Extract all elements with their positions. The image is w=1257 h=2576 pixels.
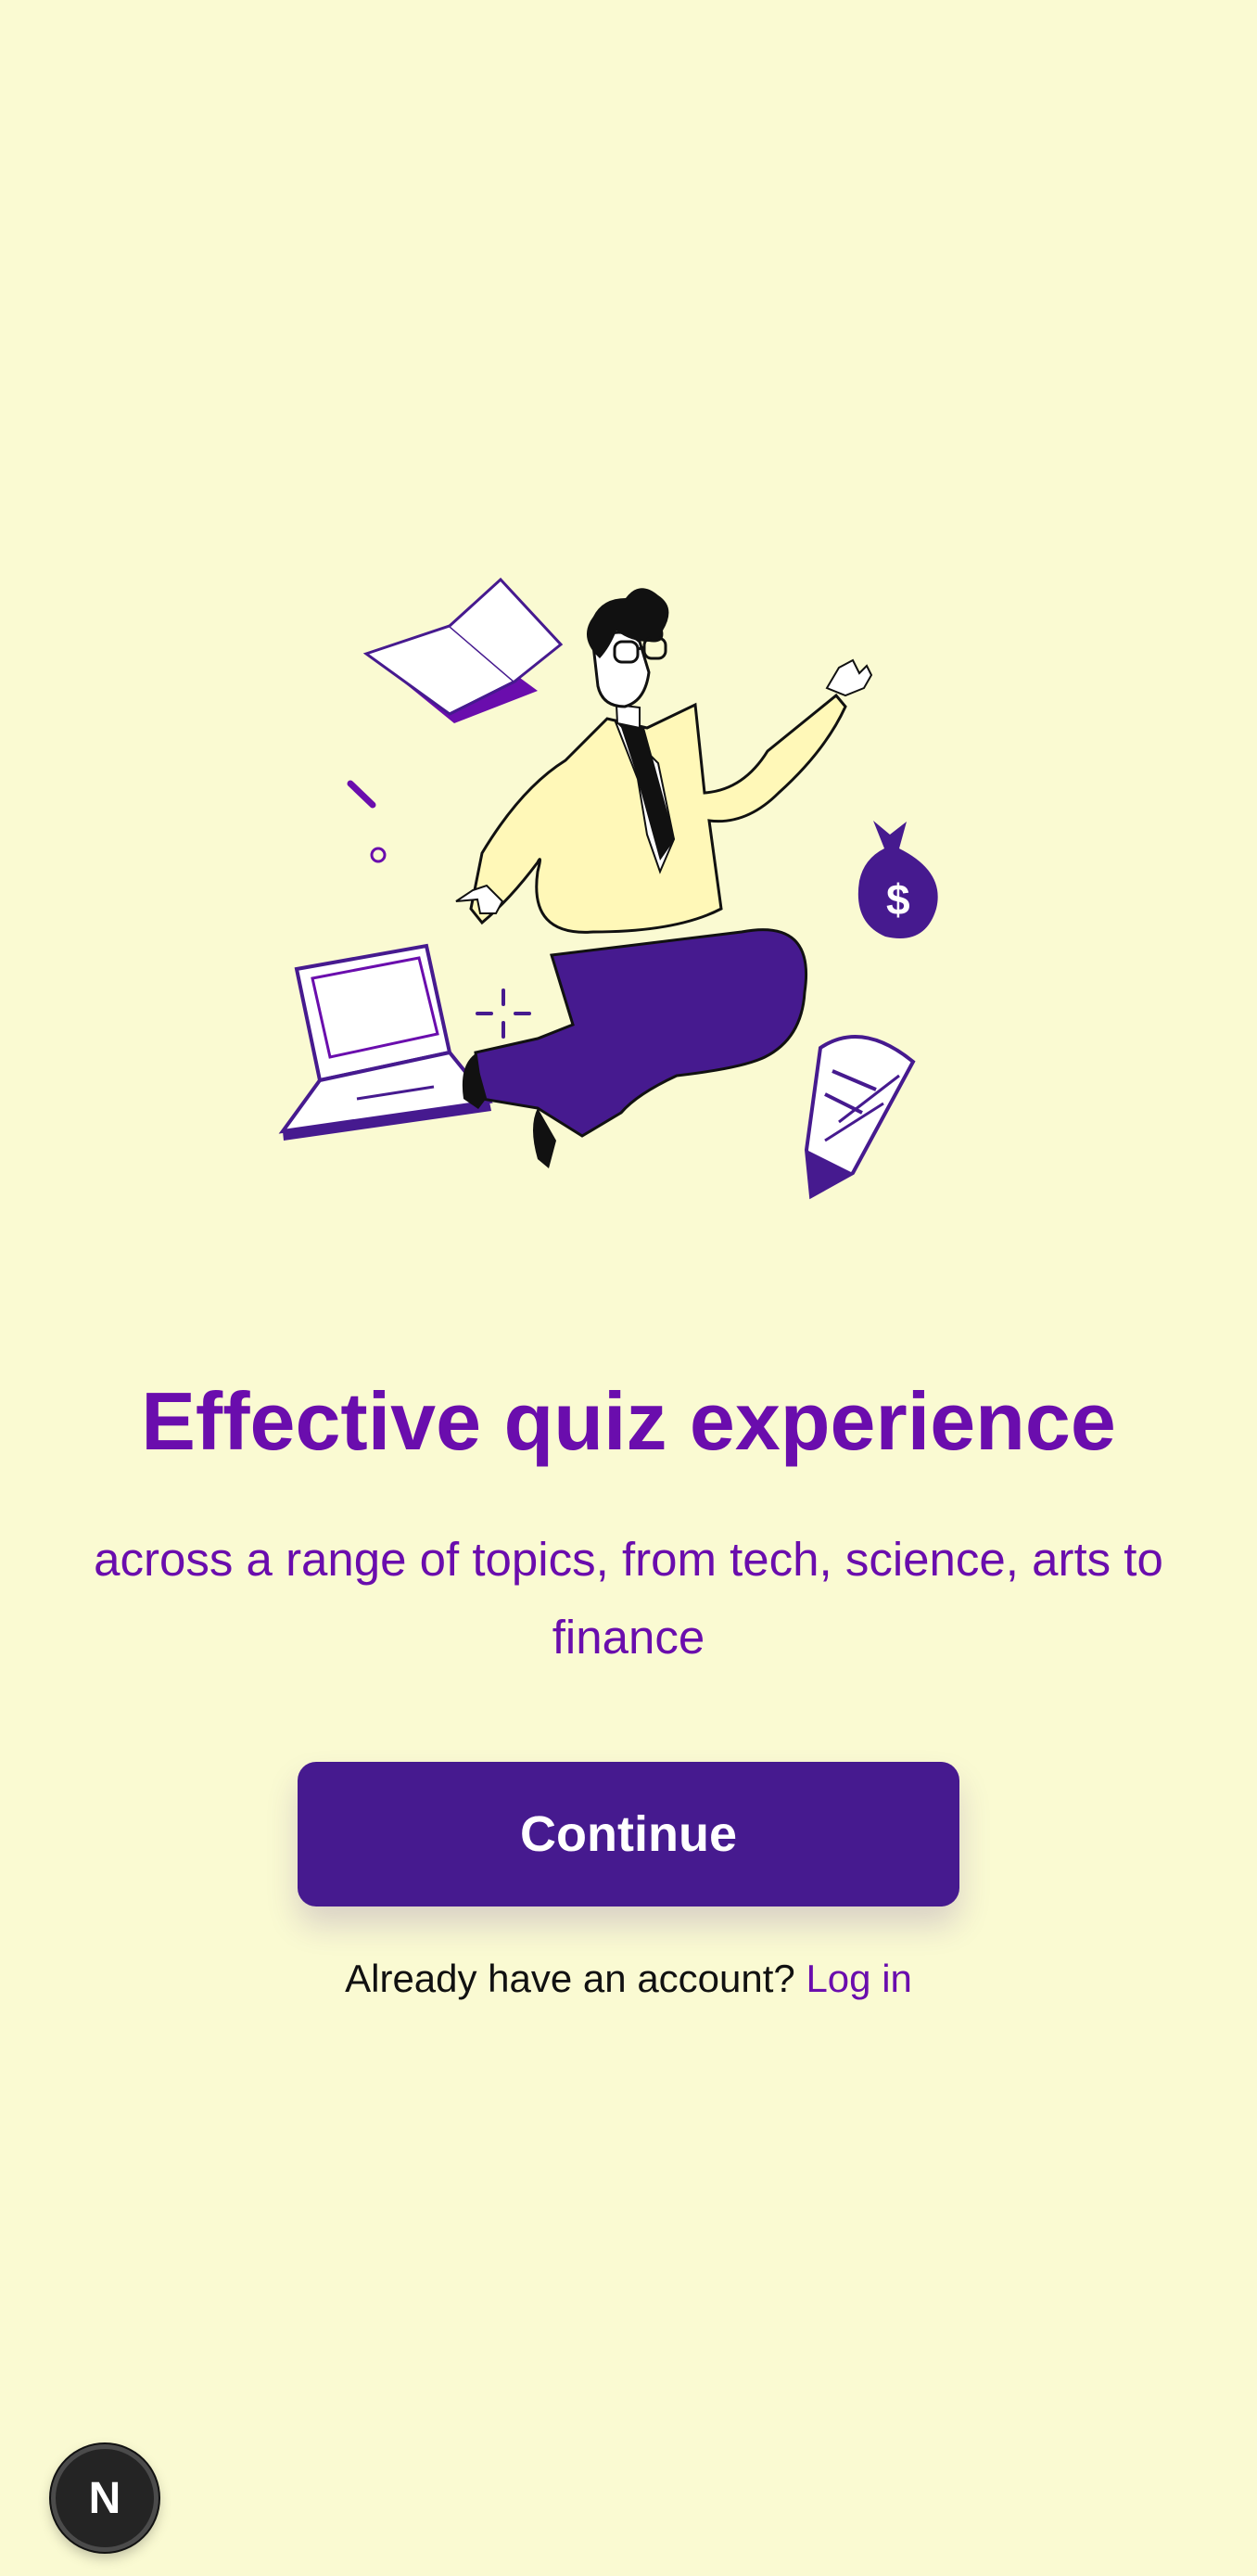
n-badge-letter: N	[88, 2473, 121, 2523]
sparkle-icon	[476, 988, 531, 1039]
money-bag-icon: $	[857, 821, 938, 938]
svg-text:$: $	[886, 875, 910, 924]
login-prompt-text: Already have an account?	[345, 1957, 795, 2000]
login-prompt-row: Already have an account? Log in	[0, 1949, 1257, 2009]
login-link[interactable]: Log in	[806, 1957, 911, 2000]
hero-illustration: $	[260, 556, 1001, 1298]
pencil-icon	[804, 1035, 916, 1200]
page-subtitle: across a range of topics, from tech, sci…	[94, 1533, 1163, 1664]
page-title: Effective quiz experience	[141, 1375, 1116, 1467]
book-icon	[362, 577, 564, 723]
n-logo-icon[interactable]: N	[51, 2444, 159, 2552]
onboarding-screen: $ Effective quiz experience across a ran…	[0, 0, 1257, 2576]
floating-businessman-illustration-icon: $	[278, 577, 938, 1200]
laptop-icon	[278, 943, 493, 1141]
continue-button[interactable]: Continue	[298, 1762, 959, 1906]
